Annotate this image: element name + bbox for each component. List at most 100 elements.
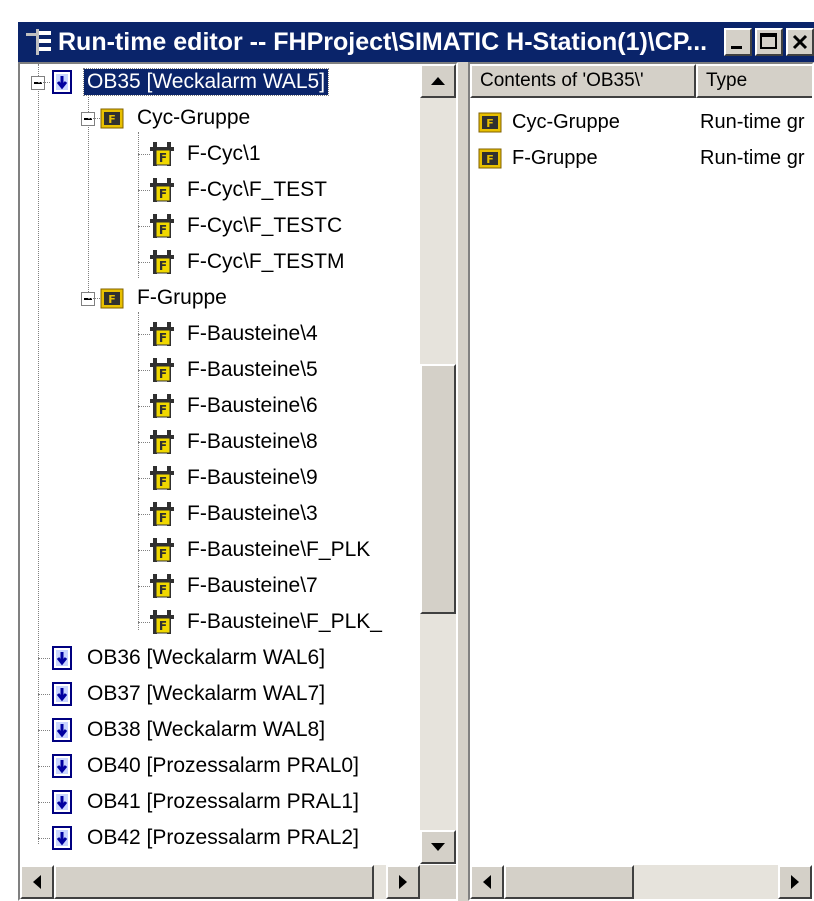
tree-node-label: F-Cyc\1: [187, 142, 261, 165]
tree-vertical-scrollbar[interactable]: [420, 64, 456, 864]
splitter[interactable]: [458, 62, 468, 901]
organization-block-icon: [52, 646, 72, 670]
list-item-name: Cyc-Gruppe: [512, 110, 620, 133]
tree-horizontal-scrollbar[interactable]: [20, 865, 420, 899]
organization-block-icon: [52, 682, 72, 706]
arrow-down-icon: [431, 843, 445, 851]
tree-node-label: F-Bausteine\4: [187, 322, 318, 345]
svg-text:F: F: [159, 151, 167, 165]
close-button[interactable]: [786, 28, 814, 56]
tree-node-label: OB41 [Prozessalarm PRAL1]: [87, 790, 359, 813]
tree-node-label: OB36 [Weckalarm WAL6]: [87, 646, 326, 669]
f-block-icon: F: [150, 610, 174, 634]
tree-node[interactable]: OB41 [Prozessalarm PRAL1]: [50, 784, 362, 820]
svg-text:F: F: [159, 547, 167, 561]
scroll-up-button[interactable]: [420, 64, 456, 98]
tree-node-label: F-Bausteine\6: [187, 394, 318, 417]
group-icon: F: [478, 112, 502, 133]
scroll-left-button[interactable]: [20, 865, 54, 899]
tree-node-label: F-Bausteine\9: [187, 466, 318, 489]
column-header-contents[interactable]: Contents of 'OB35\': [470, 64, 696, 98]
column-header-type[interactable]: Type: [696, 64, 812, 98]
tree-node-label: F-Bausteine\5: [187, 358, 318, 381]
tree-scroll-thumb[interactable]: [420, 364, 456, 614]
tree-node[interactable]: F F-Bausteine\F_PLK_: [150, 604, 385, 640]
svg-text:F: F: [159, 403, 167, 417]
tree-node-label: F-Bausteine\7: [187, 574, 318, 597]
f-block-icon: F: [150, 250, 174, 274]
tree-node[interactable]: F F-Bausteine\3: [150, 496, 321, 532]
tree-node-label: F-Bausteine\8: [187, 430, 318, 453]
svg-text:F: F: [159, 259, 167, 273]
tree-node-label: F-Gruppe: [137, 286, 227, 309]
svg-text:F: F: [159, 367, 167, 381]
list-item-name: F-Gruppe: [512, 146, 598, 169]
runtime-group-icon: F: [100, 108, 124, 129]
svg-text:F: F: [159, 439, 167, 453]
tree-node[interactable]: F F-Bausteine\5: [150, 352, 321, 388]
f-block-icon: F: [150, 502, 174, 526]
arrow-up-icon: [431, 77, 445, 85]
window-title: Run-time editor -- FHProject\SIMATIC H-S…: [58, 27, 708, 56]
scroll-right-button[interactable]: [386, 865, 420, 899]
tree-node[interactable]: F F-Gruppe: [100, 280, 230, 316]
maximize-icon: [760, 33, 777, 49]
tree-node[interactable]: OB38 [Weckalarm WAL8]: [50, 712, 328, 748]
svg-text:F: F: [159, 511, 167, 525]
tree-node[interactable]: OB40 [Prozessalarm PRAL0]: [50, 748, 362, 784]
tree-node[interactable]: F F-Cyc\1: [150, 136, 264, 172]
tree-node[interactable]: F F-Bausteine\4: [150, 316, 321, 352]
svg-text:F: F: [486, 117, 494, 130]
close-icon: [792, 34, 808, 50]
tree-pane[interactable]: OB35 [Weckalarm WAL5] F Cyc-Gruppe F F-Cyc\1…: [18, 62, 458, 901]
tree-node[interactable]: OB35 [Weckalarm WAL5]: [50, 64, 330, 100]
f-block-icon: F: [150, 430, 174, 454]
arrow-left-icon: [33, 875, 41, 889]
f-block-icon: F: [150, 358, 174, 382]
tree-node[interactable]: F F-Bausteine\6: [150, 388, 321, 424]
tree-node[interactable]: OB36 [Weckalarm WAL6]: [50, 640, 328, 676]
tree-node[interactable]: F F-Cyc\F_TESTM: [150, 244, 348, 280]
tree-node-label: OB40 [Prozessalarm PRAL0]: [87, 754, 359, 777]
tree-node-label: Cyc-Gruppe: [137, 106, 251, 129]
arrow-left-icon: [483, 875, 491, 889]
tree-node-label: F-Cyc\F_TESTM: [187, 250, 345, 273]
minimize-button[interactable]: [724, 28, 752, 56]
maximize-button[interactable]: [755, 28, 783, 56]
tree-node[interactable]: F F-Cyc\F_TEST: [150, 172, 330, 208]
block-tree[interactable]: OB35 [Weckalarm WAL5] F Cyc-Gruppe F F-Cyc\1…: [20, 64, 420, 864]
list-item[interactable]: F F-Gruppe Run-time gr: [470, 140, 812, 176]
tree-node-label: OB35 [Weckalarm WAL5]: [82, 68, 330, 96]
tree-node[interactable]: F F-Bausteine\8: [150, 424, 321, 460]
contents-pane[interactable]: Contents of 'OB35\' Type F Cyc-Gruppe Ru…: [468, 62, 814, 901]
organization-block-icon: [52, 754, 72, 778]
svg-text:F: F: [486, 153, 494, 166]
collapse-toggle-cyc-gruppe[interactable]: [81, 112, 95, 126]
organization-block-icon: [52, 718, 72, 742]
tree-hscroll-thumb[interactable]: [54, 865, 374, 899]
list-item[interactable]: F Cyc-Gruppe Run-time gr: [470, 104, 812, 140]
title-bar[interactable]: Run-time editor -- FHProject\SIMATIC H-S…: [18, 22, 814, 62]
tree-node[interactable]: F F-Bausteine\F_PLK: [150, 532, 373, 568]
svg-text:F: F: [159, 619, 167, 633]
tree-node[interactable]: F Cyc-Gruppe: [100, 100, 253, 136]
tree-node[interactable]: OB37 [Weckalarm WAL7]: [50, 676, 328, 712]
tree-node[interactable]: F F-Cyc\F_TESTC: [150, 208, 345, 244]
scroll-down-button[interactable]: [420, 830, 456, 864]
svg-text:F: F: [108, 293, 116, 306]
organization-block-icon: [52, 70, 72, 94]
scroll-left-button[interactable]: [470, 865, 504, 899]
scroll-right-button[interactable]: [778, 865, 812, 899]
tree-node[interactable]: OB42 [Prozessalarm PRAL2]: [50, 820, 362, 856]
list-hscroll-thumb[interactable]: [504, 865, 634, 899]
tree-node-label: F-Bausteine\F_PLK_: [187, 610, 382, 633]
tree-node[interactable]: F F-Bausteine\7: [150, 568, 321, 604]
arrow-right-icon: [399, 875, 407, 889]
collapse-toggle-ob35[interactable]: [31, 76, 45, 90]
runtime-group-icon: F: [100, 288, 124, 309]
tree-node[interactable]: F F-Bausteine\9: [150, 460, 321, 496]
group-icon: F: [478, 148, 502, 169]
list-horizontal-scrollbar[interactable]: [470, 865, 812, 899]
collapse-toggle-f-gruppe[interactable]: [81, 292, 95, 306]
f-block-icon: F: [150, 322, 174, 346]
